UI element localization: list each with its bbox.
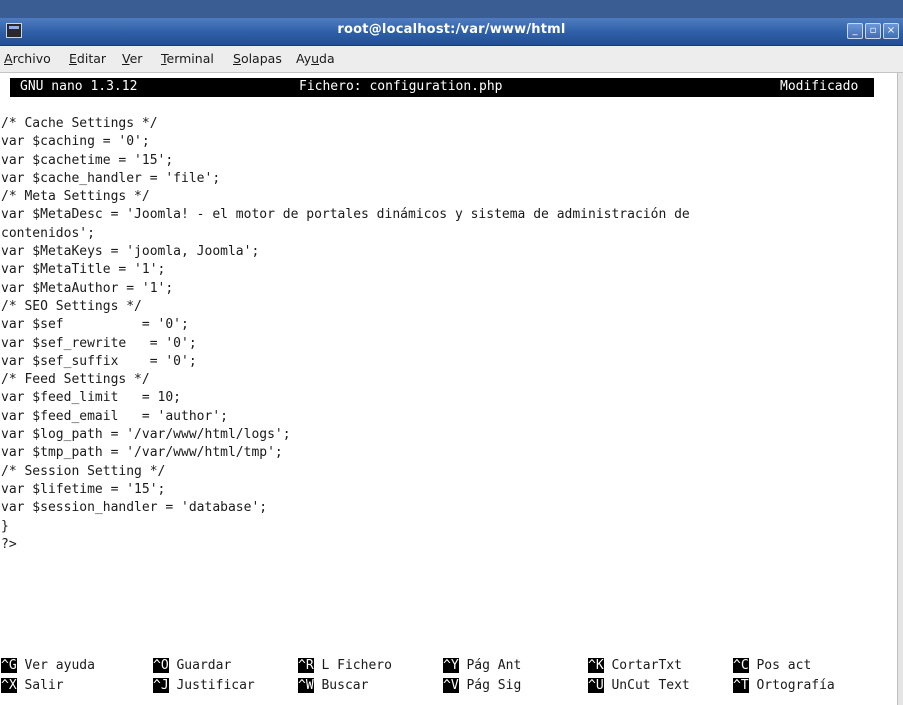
code-line: var $MetaTitle = '1'; [1,262,166,278]
shortcut-label: Guardar [168,658,232,673]
shortcut-key: ^Y [443,658,459,673]
menu-ayuda-pre: Ay [296,51,312,66]
shortcut-justificar: ^J Justificar [153,678,255,697]
code-line: ?> [1,536,17,552]
shortcut-salir: ^X Salir [1,678,64,697]
shortcut-key: ^J [153,678,169,693]
menu-editar[interactable]: Editar [69,51,106,66]
code-line: var $lifetime = '15'; [1,481,166,497]
shortcut-key: ^K [588,658,604,673]
shortcut-pos-act: ^C Pos act [733,658,811,677]
window-title: root@localhost:/var/www/html [337,22,566,37]
terminal-scrollbar[interactable] [897,73,903,705]
menu-editar-mnemonic: E [69,51,77,66]
terminal-area[interactable]: GNU nano 1.3.12 Fichero: configuration.p… [0,73,897,705]
code-line: var $session_handler = 'database'; [1,500,268,516]
menu-ayuda[interactable]: Ayuda [296,51,335,66]
code-line: var $log_path = '/var/www/html/logs'; [1,427,291,443]
code-line: var $caching = '0'; [1,134,150,150]
shortcut-key: ^C [733,658,749,673]
maximize-icon[interactable]: ▫ [865,23,881,39]
code-line: contenidos'; [1,225,95,241]
desktop-strip [0,0,903,18]
code-line: var $sef_rewrite = '0'; [1,335,197,351]
shortcut-label: Justificar [168,678,255,693]
menu-bar: Archivo Editar Ver Terminal Solapas Ayud… [0,46,903,73]
menu-ver-mnemonic: V [122,51,130,66]
menu-ayuda-mnemonic: u [311,51,320,66]
shortcut-ortograf-a: ^T Ortografía [733,678,835,697]
code-line: /* SEO Settings */ [1,298,142,314]
close-icon[interactable]: × [883,23,899,39]
shortcut-key: ^R [298,658,314,673]
menu-archivo-mnemonic: A [4,51,13,66]
shortcut-label: Pág Ant [458,658,522,673]
menu-solapas-rest: olapas [240,51,282,66]
shortcut-label: Pág Sig [458,678,522,693]
menu-ayuda-rest: da [319,51,335,66]
code-line: var $MetaKeys = 'joomla, Joomla'; [1,244,260,260]
shortcut-label: Ortografía [748,678,835,693]
nano-filename: Fichero: configuration.php [299,79,503,94]
shortcut-label: Ver ayuda [16,658,95,673]
menu-terminal-rest: erminal [166,51,214,66]
code-line: var $sef_suffix = '0'; [1,353,197,369]
menu-ver-rest: er [129,51,143,66]
shortcut-cortartxt: ^K CortarTxt [588,658,682,677]
shortcut-p-g-sig: ^V Pág Sig [443,678,521,697]
code-line: /* Feed Settings */ [1,372,150,388]
menu-solapas[interactable]: Solapas [233,51,282,66]
shortcut-uncut-text: ^U UnCut Text [588,678,690,697]
code-line: var $MetaDesc = 'Joomla! - el motor de p… [1,207,690,223]
code-line: var $cache_handler = 'file'; [1,170,221,186]
menu-solapas-mnemonic: S [233,51,241,66]
file-content[interactable]: /* Cache Settings */ var $caching = '0'; v… [1,115,690,554]
shortcut-p-g-ant: ^Y Pág Ant [443,658,521,677]
shortcut-key: ^T [733,678,749,693]
menu-editar-rest: ditar [76,51,107,66]
code-line: /* Session Setting */ [1,463,166,479]
code-line: } [1,518,9,534]
menu-archivo-rest: rchivo [12,51,51,66]
shortcut-key: ^O [153,658,169,673]
shortcut-key: ^G [1,658,17,673]
shortcut-label: L Fichero [313,658,392,673]
shortcut-guardar: ^O Guardar [153,658,231,677]
shortcut-label: Salir [16,678,64,693]
nano-status: Modificado [780,79,859,94]
shortcut-key: ^U [588,678,604,693]
menu-ver[interactable]: Ver [122,51,142,66]
terminal-window: root@localhost:/var/www/html _ ▫ × Archi… [0,0,903,705]
shortcut-key: ^X [1,678,17,693]
code-line: /* Cache Settings */ [1,116,158,131]
nano-version: GNU nano 1.3.12 [20,79,138,94]
shortcut-buscar: ^W Buscar [298,678,368,697]
code-line: var $sef = '0'; [1,317,189,333]
title-bar[interactable]: root@localhost:/var/www/html _ ▫ × [0,18,903,46]
shortcut-key: ^W [298,678,314,693]
shortcut-label: Pos act [748,658,812,673]
code-line: var $feed_email = 'author'; [1,408,228,424]
nano-header-bar: GNU nano 1.3.12 Fichero: configuration.p… [10,78,874,97]
code-line: var $tmp_path = '/var/www/html/tmp'; [1,445,283,461]
shortcut-ver-ayuda: ^G Ver ayuda [1,658,95,677]
shortcut-label: UnCut Text [603,678,690,693]
shortcut-label: Buscar [313,678,369,693]
minimize-icon[interactable]: _ [847,23,863,39]
code-line: /* Meta Settings */ [1,189,150,205]
code-line: var $cachetime = '15'; [1,152,174,168]
menu-terminal[interactable]: Terminal [161,51,214,66]
shortcut-key: ^V [443,678,459,693]
code-line: var $MetaAuthor = '1'; [1,280,174,296]
menu-archivo[interactable]: Archivo [4,51,51,66]
code-line: var $feed_limit = 10; [1,390,182,406]
shortcut-label: CortarTxt [603,658,682,673]
shortcut-l-fichero: ^R L Fichero [298,658,392,677]
